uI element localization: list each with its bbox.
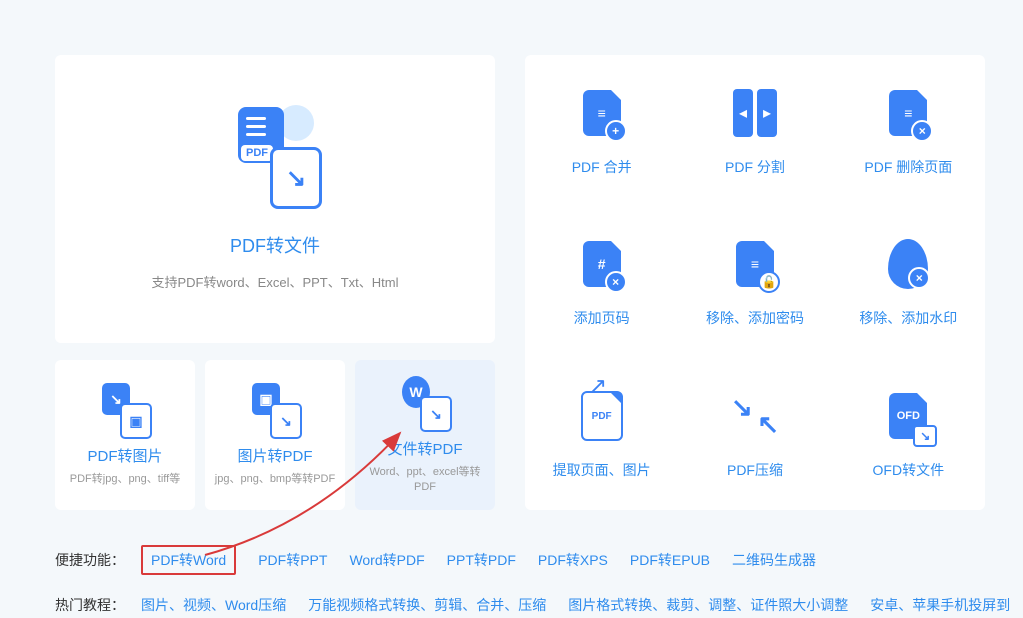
card-subtitle: jpg、png、bmp等转PDF [211, 472, 339, 486]
hot-links-row: 热门教程： 图片、视频、Word压缩 万能视频格式转换、剪辑、合并、压缩 图片格… [55, 595, 1015, 615]
watermark-item[interactable]: × 移除、添加水印 [832, 207, 985, 359]
compress-icon: ↘↖ [727, 388, 783, 444]
item-title: OFD转文件 [873, 460, 945, 480]
pdf-to-file-card[interactable]: PDF ↘ PDF转文件 支持PDF转word、Excel、PPT、Txt、Ht… [55, 55, 495, 343]
quick-link-pdf-to-xps[interactable]: PDF转XPS [538, 550, 608, 570]
image-to-pdf-icon: ▣ ↘ [248, 383, 302, 437]
item-title: PDF 分割 [725, 157, 785, 177]
item-title: PDF 删除页面 [864, 157, 952, 177]
extract-item[interactable]: ↗ PDF 提取页面、图片 [525, 358, 678, 510]
quick-links-row: 便捷功能： PDF转Word PDF转PPT Word转PDF PPT转PDF … [55, 545, 1015, 575]
split-icon: ◂▸ [727, 85, 783, 141]
compress-item[interactable]: ↘↖ PDF压缩 [678, 358, 831, 510]
quick-links-label: 便捷功能： [55, 550, 125, 570]
password-icon: ≡🔓 [727, 236, 783, 292]
item-title: PDF 合并 [572, 157, 632, 177]
image-to-pdf-card[interactable]: ▣ ↘ 图片转PDF jpg、png、bmp等转PDF [205, 360, 345, 510]
delete-page-icon: ≡× [880, 85, 936, 141]
hot-link-image-convert[interactable]: 图片格式转换、裁剪、调整、证件照大小调整 [568, 595, 848, 615]
item-title: 移除、添加水印 [859, 308, 957, 328]
quick-link-ppt-to-pdf[interactable]: PPT转PDF [447, 550, 516, 570]
tools-grid: ≡+ PDF 合并 ◂▸ PDF 分割 ≡× PDF 删除页面 #× 添加页码 … [525, 55, 985, 510]
quick-link-pdf-to-word[interactable]: PDF转Word [141, 545, 236, 575]
ofd-icon: OFD↘ [880, 388, 936, 444]
hot-link-screen-mirror[interactable]: 安卓、苹果手机投屏到 [870, 595, 1010, 615]
pdf-badge: PDF [241, 145, 273, 161]
pdf-to-image-card[interactable]: ↘ ▣ PDF转图片 PDF转jpg、png、tiff等 [55, 360, 195, 510]
quick-link-qr-generator[interactable]: 二维码生成器 [732, 550, 816, 570]
file-to-pdf-card[interactable]: W ↘ 文件转PDF Word、ppt、excel等转PDF [355, 360, 495, 510]
quick-link-pdf-to-epub[interactable]: PDF转EPUB [630, 550, 710, 570]
password-item[interactable]: ≡🔓 移除、添加密码 [678, 207, 831, 359]
item-title: 添加页码 [574, 308, 630, 328]
item-title: 提取页面、图片 [553, 460, 651, 480]
ofd-item[interactable]: OFD↘ OFD转文件 [832, 358, 985, 510]
card-title: 文件转PDF [387, 438, 462, 459]
pdf-split-item[interactable]: ◂▸ PDF 分割 [678, 55, 831, 207]
card-subtitle: PDF转jpg、png、tiff等 [66, 472, 184, 486]
hot-links-label: 热门教程： [55, 595, 125, 615]
page-number-icon: #× [574, 236, 630, 292]
pdf-to-file-title: PDF转文件 [230, 232, 320, 258]
hot-link-video-convert[interactable]: 万能视频格式转换、剪辑、合并、压缩 [308, 595, 546, 615]
card-title: PDF转图片 [87, 445, 162, 466]
pdf-delete-page-item[interactable]: ≡× PDF 删除页面 [832, 55, 985, 207]
pdf-to-file-icon: PDF ↘ [230, 107, 320, 202]
quick-link-word-to-pdf[interactable]: Word转PDF [349, 550, 424, 570]
file-to-pdf-icon: W ↘ [398, 376, 452, 430]
pdf-to-file-subtitle: 支持PDF转word、Excel、PPT、Txt、Html [151, 272, 398, 291]
extract-icon: ↗ PDF [574, 388, 630, 444]
item-title: 移除、添加密码 [706, 308, 804, 328]
card-title: 图片转PDF [237, 445, 312, 466]
item-title: PDF压缩 [727, 460, 783, 480]
merge-icon: ≡+ [574, 85, 630, 141]
quick-link-pdf-to-ppt[interactable]: PDF转PPT [258, 550, 327, 570]
pdf-to-image-icon: ↘ ▣ [98, 383, 152, 437]
card-subtitle: Word、ppt、excel等转PDF [355, 465, 495, 494]
left-small-row: ↘ ▣ PDF转图片 PDF转jpg、png、tiff等 ▣ ↘ 图片转PDF … [55, 360, 495, 510]
hot-link-compress[interactable]: 图片、视频、Word压缩 [141, 595, 286, 615]
pdf-merge-item[interactable]: ≡+ PDF 合并 [525, 55, 678, 207]
watermark-icon: × [880, 236, 936, 292]
bottom-links: 便捷功能： PDF转Word PDF转PPT Word转PDF PPT转PDF … [55, 545, 1015, 618]
add-page-number-item[interactable]: #× 添加页码 [525, 207, 678, 359]
